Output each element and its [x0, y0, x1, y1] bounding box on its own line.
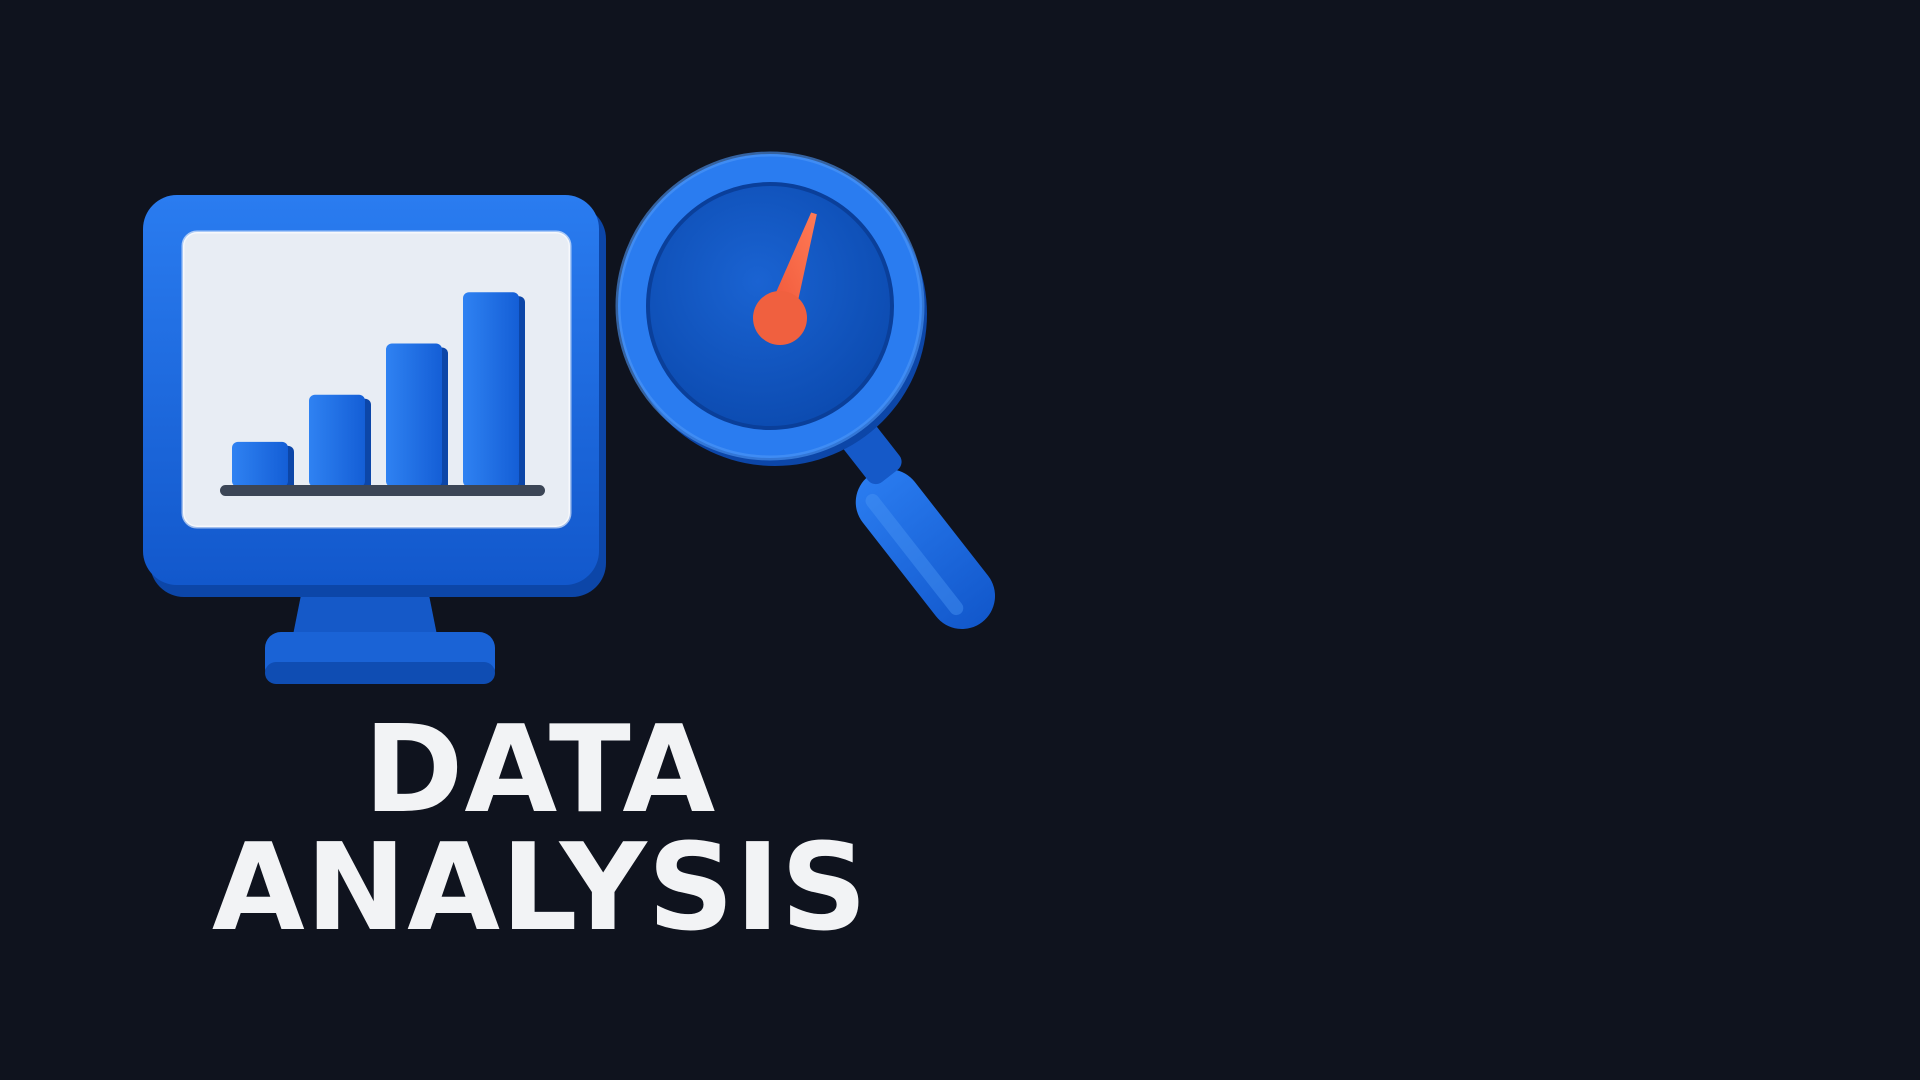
page-title: DATA ANALYSIS: [180, 701, 900, 958]
title-line-data: DATA: [363, 701, 717, 840]
bar-2: [309, 394, 365, 487]
magnifier-handle: [855, 469, 996, 629]
chart-baseline: [220, 485, 545, 496]
title-line-analysis: ANALYSIS: [211, 819, 869, 958]
monitor-bar-chart-icon: [143, 195, 606, 684]
bar-1: [232, 441, 288, 487]
bar-4: [463, 292, 519, 487]
hero-scene: DATA ANALYSIS: [0, 0, 1920, 1080]
bar-3: [386, 343, 442, 487]
magnifying-glass-gauge-icon: [615, 151, 996, 629]
gauge-needle-hub: [753, 291, 807, 345]
